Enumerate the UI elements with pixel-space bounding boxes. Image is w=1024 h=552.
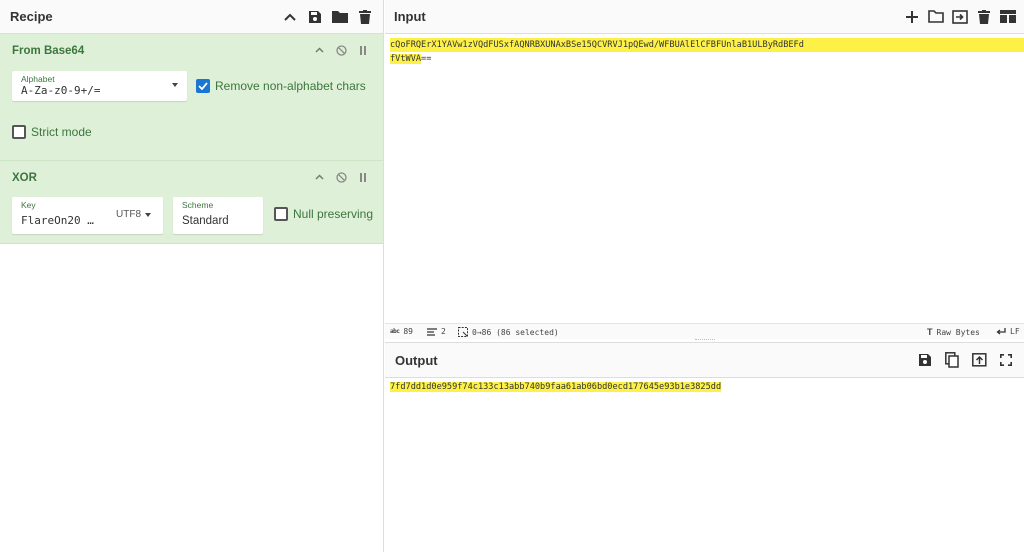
clear-recipe-trash-icon[interactable] bbox=[357, 9, 373, 25]
disable-operation-icon[interactable] bbox=[335, 44, 347, 56]
key-label: Key bbox=[21, 200, 36, 210]
null-preserving-toggle[interactable]: Null preserving bbox=[274, 207, 373, 221]
alphabet-select[interactable]: Alphabet A-Za-z0-9+/= bbox=[12, 71, 187, 101]
dropdown-caret-icon bbox=[145, 213, 151, 217]
input-line-2-highlight: fVtWVA bbox=[390, 54, 422, 64]
lines-stat: 2 bbox=[427, 327, 446, 336]
alphabet-label: Alphabet bbox=[21, 74, 55, 84]
remove-nonalpha-toggle[interactable]: Remove non-alphabet chars bbox=[196, 79, 366, 93]
input-encoding-button[interactable]: T Raw Bytes bbox=[927, 327, 980, 337]
length-stat: abc 89 bbox=[390, 327, 413, 336]
text-format-icon: T bbox=[927, 327, 933, 337]
input-title: Input bbox=[394, 9, 426, 24]
input-header: Input bbox=[385, 0, 1024, 34]
encoding-value: Raw Bytes bbox=[936, 327, 980, 337]
operation-title: XOR bbox=[12, 172, 37, 184]
length-icon: abc bbox=[390, 328, 400, 335]
strict-mode-label: Strict mode bbox=[31, 125, 92, 139]
xor-key-field[interactable]: Key FlareOn20 … UTF8 bbox=[12, 197, 163, 234]
operation-xor: XOR Key FlareOn20 … UTF8 Scheme Standard… bbox=[0, 161, 383, 244]
recipe-title: Recipe bbox=[10, 9, 53, 24]
remove-nonalpha-label: Remove non-alphabet chars bbox=[215, 79, 366, 93]
output-header: Output bbox=[385, 342, 1024, 378]
open-folder-icon[interactable] bbox=[928, 9, 944, 25]
operation-from-base64: From Base64 Alphabet A-Za-z0-9+/= Remove… bbox=[0, 34, 383, 161]
remove-nonalpha-checkbox[interactable] bbox=[196, 79, 210, 93]
save-output-icon[interactable] bbox=[917, 352, 933, 368]
scheme-value: Standard bbox=[182, 215, 229, 227]
lines-icon bbox=[427, 327, 437, 336]
key-encoding-dropdown[interactable]: UTF8 bbox=[116, 209, 141, 220]
input-line-1: cQoFRQErX1YAVw1zVQdFUSxfAQNRBXUNAxBSe15Q… bbox=[390, 38, 1024, 52]
output-textarea[interactable]: 7fd7dd1d0e959f74c133c13abb740b9faa61ab06… bbox=[390, 381, 722, 394]
length-value: 89 bbox=[403, 327, 413, 336]
recipe-toolbar bbox=[282, 9, 373, 25]
chevron-up-icon[interactable] bbox=[313, 171, 325, 183]
return-arrow-icon bbox=[996, 327, 1006, 335]
lines-value: 2 bbox=[441, 327, 446, 336]
scheme-label: Scheme bbox=[182, 200, 214, 210]
input-textarea[interactable]: cQoFRQErX1YAVw1zVQdFUSxfAQNRBXUNAxBSe15Q… bbox=[390, 38, 1024, 66]
pause-breakpoint-icon[interactable] bbox=[357, 171, 369, 183]
pane-resize-handle[interactable] bbox=[695, 339, 715, 341]
key-input[interactable]: FlareOn20 … bbox=[21, 214, 111, 227]
scheme-select[interactable]: Scheme Standard bbox=[173, 197, 263, 234]
output-value: 7fd7dd1d0e959f74c133c13abb740b9faa61ab06… bbox=[390, 382, 722, 392]
input-status-bar: abc 89 2 0→86 (86 selected) T Raw Bytes … bbox=[385, 323, 1024, 339]
selection-stat: 0→86 (86 selected) bbox=[458, 327, 559, 337]
io-pane: Input cQoFRQErX1YAVw1zVQdFUSxfAQNRBXUNAx… bbox=[385, 0, 1024, 552]
strict-mode-toggle[interactable]: Strict mode bbox=[12, 125, 92, 139]
strict-mode-checkbox[interactable] bbox=[12, 125, 26, 139]
copy-output-icon[interactable] bbox=[944, 352, 960, 368]
chevron-up-icon[interactable] bbox=[313, 44, 325, 56]
output-toolbar bbox=[917, 352, 1014, 368]
recipe-pane: Recipe From Base64 Alphabet A-Za-z0-9+/=… bbox=[0, 0, 384, 552]
save-recipe-icon[interactable] bbox=[307, 9, 323, 25]
reset-layout-icon[interactable] bbox=[1000, 9, 1016, 25]
eol-button[interactable]: LF bbox=[996, 327, 1020, 336]
input-toolbar bbox=[904, 9, 1016, 25]
pause-breakpoint-icon[interactable] bbox=[357, 44, 369, 56]
add-tab-plus-icon[interactable] bbox=[904, 9, 920, 25]
dropdown-caret-icon bbox=[172, 83, 178, 87]
null-preserving-label: Null preserving bbox=[293, 207, 374, 221]
null-preserving-checkbox[interactable] bbox=[274, 207, 288, 221]
collapse-chevron-up-icon[interactable] bbox=[282, 9, 298, 25]
alphabet-value: A-Za-z0-9+/= bbox=[21, 84, 101, 97]
load-recipe-folder-icon[interactable] bbox=[332, 9, 348, 25]
replace-input-with-output-icon[interactable] bbox=[971, 352, 987, 368]
clear-input-trash-icon[interactable] bbox=[976, 9, 992, 25]
open-file-input-icon[interactable] bbox=[952, 9, 968, 25]
operation-title: From Base64 bbox=[12, 45, 85, 57]
selection-icon bbox=[458, 327, 468, 337]
operation-controls bbox=[313, 171, 369, 183]
output-title: Output bbox=[395, 352, 438, 368]
disable-operation-icon[interactable] bbox=[335, 171, 347, 183]
maximize-output-icon[interactable] bbox=[998, 352, 1014, 368]
selection-value: 0→86 (86 selected) bbox=[472, 327, 559, 337]
eol-value: LF bbox=[1010, 327, 1020, 336]
input-line-2-rest: == bbox=[421, 54, 432, 64]
operation-controls bbox=[313, 44, 369, 56]
recipe-header: Recipe bbox=[0, 0, 383, 34]
